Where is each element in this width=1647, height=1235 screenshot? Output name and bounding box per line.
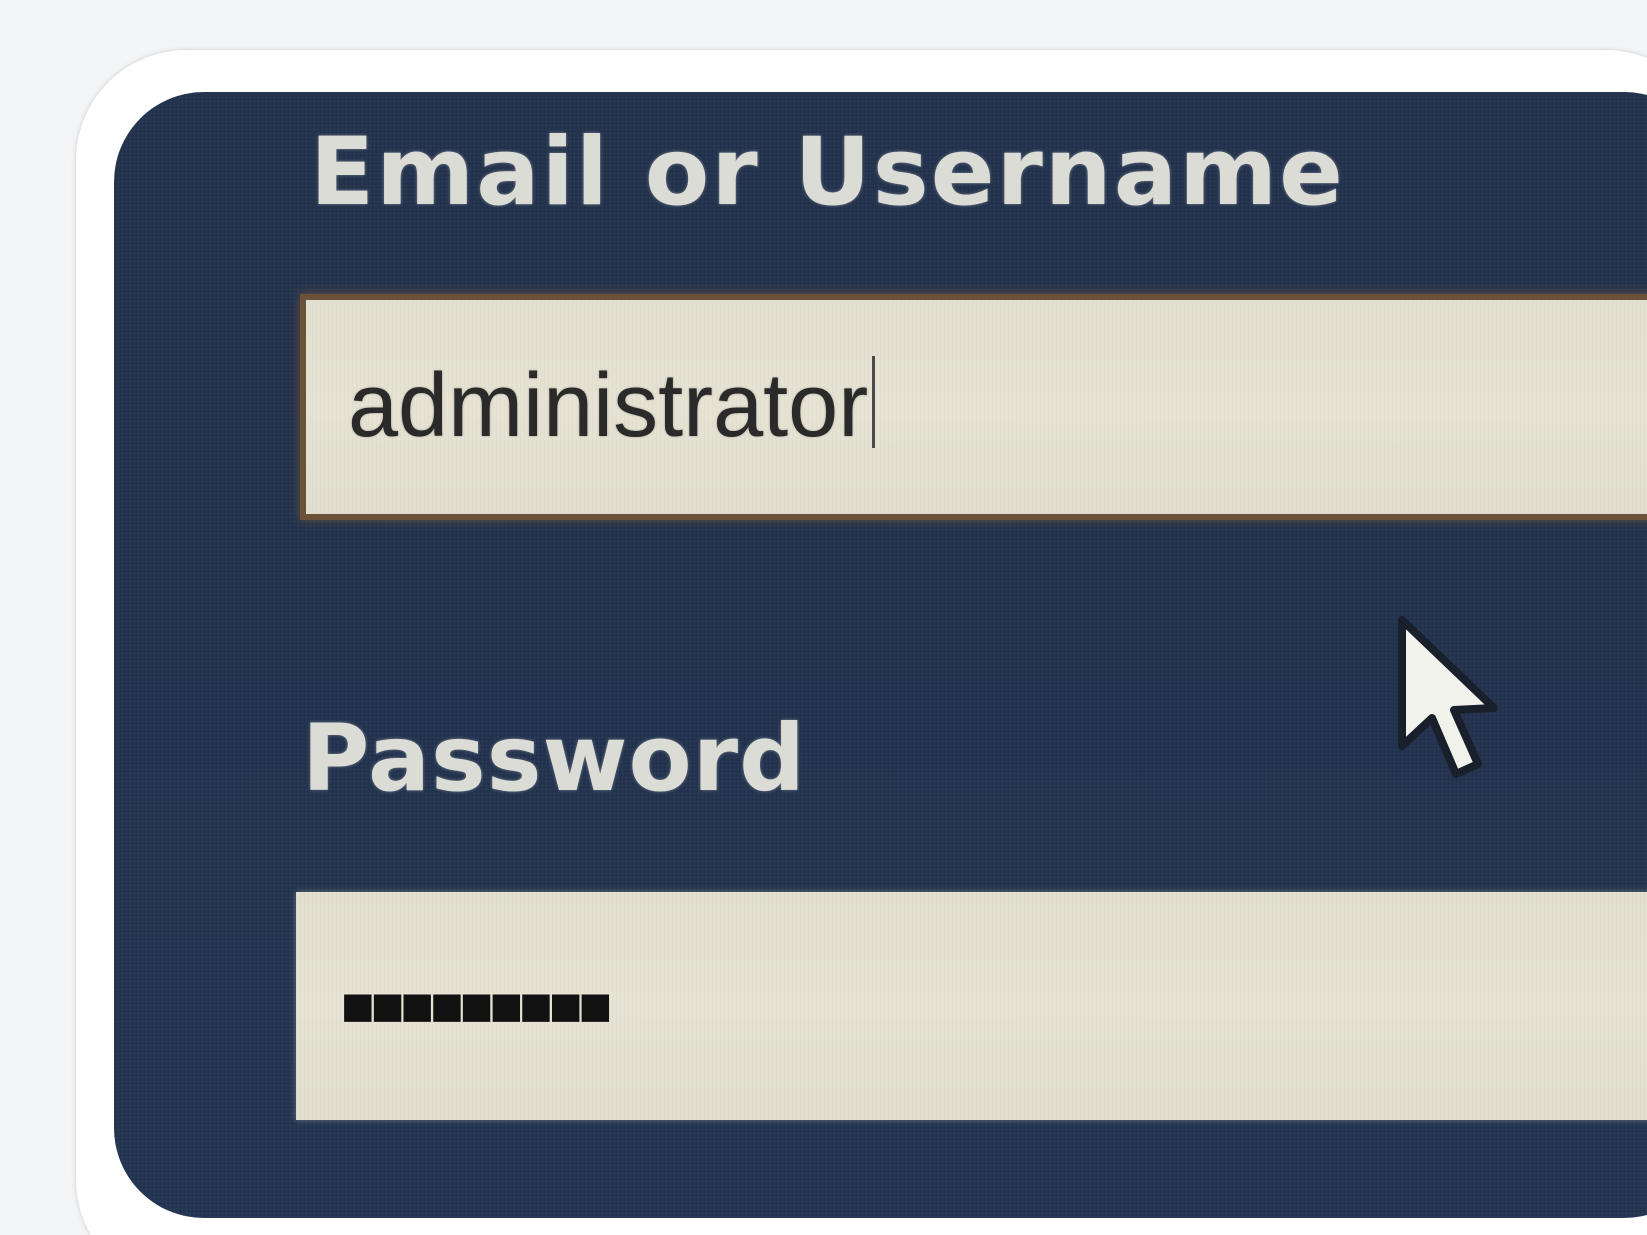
login-panel: Email or Username administrator Password… bbox=[114, 92, 1647, 1218]
password-input[interactable]: ■■■■■■■■■ bbox=[296, 892, 1647, 1120]
username-value-wrap: administrator bbox=[348, 356, 876, 456]
username-input[interactable]: administrator bbox=[300, 294, 1647, 520]
username-value: administrator bbox=[348, 356, 869, 456]
page: Email or Username administrator Password… bbox=[0, 0, 1647, 1235]
text-caret bbox=[872, 356, 876, 448]
mouse-pointer-icon bbox=[1398, 616, 1498, 778]
password-mask: ■■■■■■■■■ bbox=[344, 977, 612, 1031]
password-label: Password bbox=[302, 705, 806, 812]
username-label: Email or Username bbox=[310, 118, 1345, 227]
